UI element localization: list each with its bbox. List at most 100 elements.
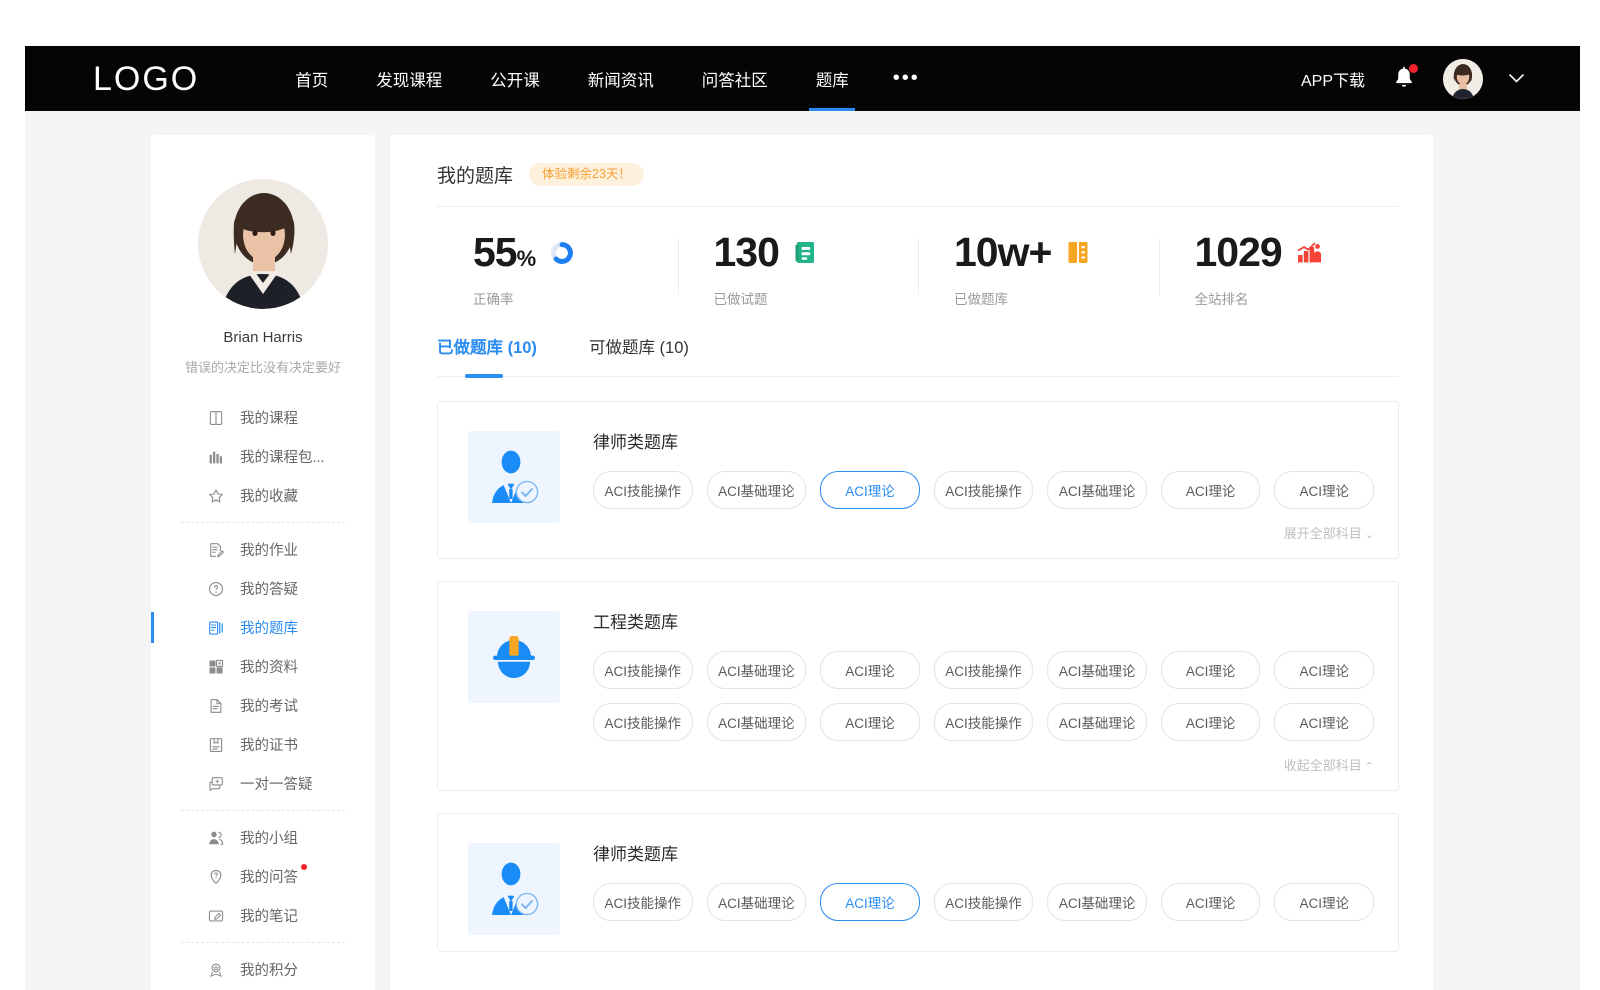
question-bank-card-list: 律师类题库ACI技能操作ACI基础理论ACI理论ACI技能操作ACI基础理论AC…: [437, 377, 1399, 990]
nav-item-2[interactable]: 发现课程: [352, 46, 466, 111]
stat-label: 正确率: [473, 288, 678, 308]
subject-tag[interactable]: ACI技能操作: [593, 471, 693, 509]
subject-tag[interactable]: ACI理论: [1274, 471, 1374, 509]
card-body: 律师类题库 ACI技能操作 ACI基础理论 ACI理论 ACI技能操作 ACI基础理论 AC…: [593, 424, 1374, 542]
subject-tag[interactable]: ACI基础理论: [707, 883, 807, 921]
stat-card-3: 10w+ 已做题库: [918, 231, 1159, 308]
page-frame: LOGO 首页发现课程公开课新闻资讯问答社区题库••• APP下载: [25, 46, 1580, 990]
avatar[interactable]: [1443, 59, 1483, 99]
notification-bell-button[interactable]: [1391, 64, 1417, 94]
chevron-down-icon[interactable]: [1509, 71, 1524, 86]
chevron-icon: ⌄: [1365, 529, 1374, 541]
nav-item-3[interactable]: 公开课: [466, 46, 564, 111]
sidebar-item-4[interactable]: 我的作业: [151, 530, 375, 569]
open-book-icon: [1066, 240, 1090, 266]
stat-value: 55%: [473, 231, 535, 274]
subject-tag-rows: ACI技能操作 ACI基础理论 ACI理论 ACI技能操作 ACI基础理论 ACI理论 AC…: [593, 651, 1374, 741]
subject-tag[interactable]: ACI技能操作: [593, 703, 693, 741]
stats-row: 55%正确率130已做试题10w+已做题库1029全站排名: [437, 207, 1399, 334]
subject-tag[interactable]: ACI理论: [1274, 883, 1374, 921]
sidebar-item-0[interactable]: 我的课程: [151, 398, 375, 437]
subject-tag[interactable]: ACI基础理论: [1047, 883, 1147, 921]
sidebar-divider: [181, 810, 345, 811]
sidebar-item-9[interactable]: 我的证书: [151, 725, 375, 764]
sidebar-item-14[interactable]: 我的笔记: [151, 896, 375, 935]
subject-tag[interactable]: ACI基础理论: [1047, 703, 1147, 741]
subject-tag[interactable]: ACI理论: [820, 883, 920, 921]
main-panel: 我的题库 体验剩余23天！ 55%正确率130已做试题10w+已做题库1029全…: [390, 135, 1433, 990]
subject-tag[interactable]: ACI技能操作: [934, 651, 1034, 689]
points-icon: [207, 961, 225, 979]
book-icon: [207, 409, 225, 427]
main-header: 我的题库 体验剩余23天！: [437, 161, 1399, 207]
sidebar-item-1[interactable]: 我的课程包...: [151, 437, 375, 476]
stat-number: 130: [714, 229, 779, 275]
subject-tag[interactable]: ACI基础理论: [707, 651, 807, 689]
subject-tag[interactable]: ACI理论: [1274, 651, 1374, 689]
sidebar-item-label: 我的答疑: [240, 578, 298, 599]
homework-icon: [207, 541, 225, 559]
subject-tag[interactable]: ACI理论: [1161, 651, 1261, 689]
subject-tag[interactable]: ACI理论: [1161, 471, 1261, 509]
sidebar-item-label: 我的问答: [240, 866, 298, 887]
subject-tag-rows: ACI技能操作 ACI基础理论 ACI理论 ACI技能操作 ACI基础理论 ACI理论 AC…: [593, 883, 1374, 921]
sidebar-item-2[interactable]: 我的收藏: [151, 476, 375, 515]
sidebar-item-10[interactable]: 一对一答疑: [151, 764, 375, 803]
profile-avatar: [198, 179, 328, 309]
subject-tag[interactable]: ACI理论: [1274, 703, 1374, 741]
stat-value-row: 10w+: [954, 231, 1159, 274]
subject-tag[interactable]: ACI技能操作: [934, 471, 1034, 509]
stat-label: 已做试题: [714, 288, 919, 308]
open-book-icon: [1065, 240, 1091, 266]
stat-label: 已做题库: [954, 288, 1159, 308]
card-title: 律师类题库: [593, 428, 1374, 453]
subject-tag[interactable]: ACI技能操作: [934, 883, 1034, 921]
app-download-link[interactable]: APP下载: [1301, 67, 1365, 91]
subject-tag[interactable]: ACI基础理论: [707, 471, 807, 509]
subject-tag[interactable]: ACI基础理论: [1047, 651, 1147, 689]
qa-pin-icon: [207, 868, 225, 886]
nav-item-1[interactable]: 首页: [271, 46, 352, 111]
sidebar-item-5[interactable]: 我的答疑: [151, 569, 375, 608]
note-book-icon: [794, 240, 818, 266]
top-navigation-bar: LOGO 首页发现课程公开课新闻资讯问答社区题库••• APP下载: [25, 46, 1580, 111]
subject-tag[interactable]: ACI理论: [820, 651, 920, 689]
sidebar-item-6[interactable]: 我的题库: [151, 608, 375, 647]
tab-2[interactable]: 可做题库 (10): [589, 334, 689, 376]
stat-number: 10w+: [954, 229, 1051, 275]
subject-tag[interactable]: ACI技能操作: [593, 883, 693, 921]
question-circle-icon: [207, 580, 225, 598]
nav-item-4[interactable]: 新闻资讯: [564, 46, 678, 111]
sidebar-item-16[interactable]: 我的积分: [151, 950, 375, 989]
certificate-icon: [207, 736, 225, 754]
tab-1[interactable]: 已做题库 (10): [437, 334, 537, 376]
subject-tag[interactable]: ACI基础理论: [707, 703, 807, 741]
site-logo[interactable]: LOGO: [93, 62, 199, 96]
sidebar-item-12[interactable]: 我的小组: [151, 818, 375, 857]
card-title: 律师类题库: [593, 840, 1374, 865]
expand-subjects-toggle[interactable]: 收起全部科目⌃: [593, 755, 1374, 774]
nav-item-5[interactable]: 问答社区: [678, 46, 792, 111]
lawyer-avatar-icon: [482, 857, 546, 921]
subject-tag[interactable]: ACI技能操作: [593, 651, 693, 689]
page-title: 我的题库: [437, 161, 513, 188]
exam-icon: [207, 697, 225, 715]
subject-tag[interactable]: ACI理论: [820, 703, 920, 741]
exam-icon: [207, 697, 225, 715]
note-icon: [207, 907, 225, 925]
subject-tag[interactable]: ACI理论: [1161, 703, 1261, 741]
sidebar-item-13[interactable]: 我的问答: [151, 857, 375, 896]
profile-name: Brian Harris: [151, 329, 375, 346]
donut-chart-icon: [549, 240, 575, 266]
books-icon: [207, 448, 225, 466]
sidebar-item-8[interactable]: 我的考试: [151, 686, 375, 725]
sidebar-item-label: 我的收藏: [240, 485, 298, 506]
sidebar-item-7[interactable]: 我的资料: [151, 647, 375, 686]
subject-tag[interactable]: ACI技能操作: [934, 703, 1034, 741]
subject-tag[interactable]: ACI理论: [820, 471, 920, 509]
nav-item-6[interactable]: 题库: [792, 46, 873, 111]
subject-tag[interactable]: ACI基础理论: [1047, 471, 1147, 509]
expand-subjects-toggle[interactable]: 展开全部科目⌄: [593, 523, 1374, 542]
nav-more-icon[interactable]: •••: [873, 46, 940, 111]
subject-tag[interactable]: ACI理论: [1161, 883, 1261, 921]
